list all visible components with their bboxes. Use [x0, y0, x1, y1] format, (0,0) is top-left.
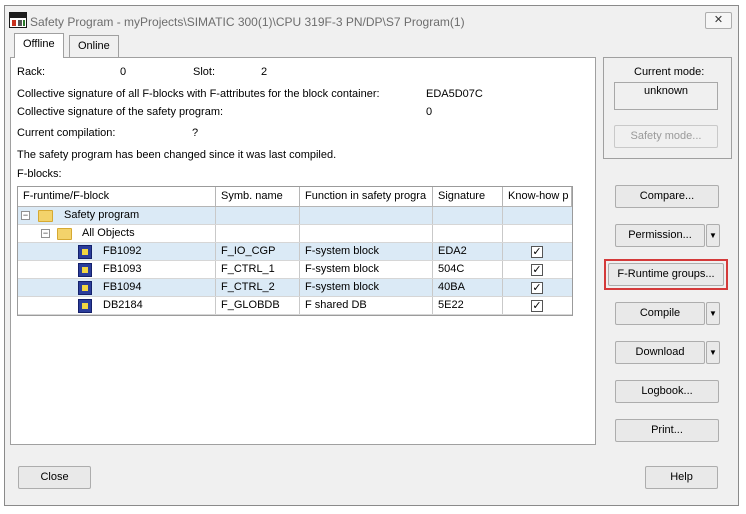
table-header: F-runtime/F-block Symb. name Function in… — [18, 187, 572, 207]
current-mode-value: unknown — [614, 82, 718, 110]
slot-label: Slot: — [193, 66, 216, 78]
rack-value: 0 — [120, 66, 127, 78]
folder-icon — [57, 228, 72, 240]
window-title: Safety Program - myProjects\SIMATIC 300(… — [30, 15, 465, 29]
signature-cell: 504C — [433, 261, 503, 278]
f-block-icon — [78, 281, 92, 295]
current-compilation-value: ? — [192, 127, 199, 139]
function-cell: F-system block — [300, 243, 433, 260]
block-name: FB1093 — [103, 263, 142, 275]
current-compilation-label: Current compilation: — [17, 127, 116, 139]
f-block-icon — [78, 263, 92, 277]
table-row[interactable]: DB2184 F_GLOBDB F shared DB 5E22 ✓ — [18, 297, 572, 315]
function-cell: F-system block — [300, 279, 433, 296]
compile-dropdown-icon[interactable]: ▼ — [706, 302, 720, 325]
block-name: FB1094 — [103, 281, 142, 293]
tree-row-safety-program[interactable]: − Safety program — [18, 207, 572, 225]
collapse-icon[interactable]: − — [21, 211, 30, 220]
signature-cell: 40BA — [433, 279, 503, 296]
title-bar: Safety Program - myProjects\SIMATIC 300(… — [5, 6, 738, 33]
download-button[interactable]: Download — [615, 341, 705, 364]
symbol-name: F_CTRL_2 — [216, 279, 300, 296]
know-how-checkbox[interactable]: ✓ — [531, 300, 543, 312]
tree-row-all-objects[interactable]: − All Objects — [18, 225, 572, 243]
know-how-checkbox[interactable]: ✓ — [531, 246, 543, 258]
column-header-function[interactable]: Function in safety progra — [300, 187, 433, 206]
tab-online[interactable]: Online — [69, 35, 119, 57]
close-button[interactable]: Close — [18, 466, 91, 489]
download-dropdown-icon[interactable]: ▼ — [706, 341, 720, 364]
block-name: FB1092 — [103, 245, 142, 257]
print-button[interactable]: Print... — [615, 419, 719, 442]
window-close-button[interactable]: ✕ — [705, 12, 732, 29]
know-how-checkbox[interactable]: ✓ — [531, 264, 543, 276]
f-block-icon — [78, 245, 92, 259]
function-cell: F-system block — [300, 261, 433, 278]
folder-icon — [38, 210, 53, 222]
know-how-checkbox[interactable]: ✓ — [531, 282, 543, 294]
slot-value: 2 — [261, 66, 268, 78]
fblocks-label: F-blocks: — [17, 168, 62, 180]
current-mode-label: Current mode: — [634, 66, 705, 78]
tree-label: All Objects — [82, 227, 135, 239]
logbook-button[interactable]: Logbook... — [615, 380, 719, 403]
compare-button[interactable]: Compare... — [615, 185, 719, 208]
permission-dropdown-icon[interactable]: ▼ — [706, 224, 720, 247]
tab-offline[interactable]: Offline — [14, 33, 64, 58]
help-button[interactable]: Help — [645, 466, 718, 489]
collective-fblocks-label: Collective signature of all F-blocks wit… — [17, 88, 380, 100]
fblocks-table: F-runtime/F-block Symb. name Function in… — [17, 186, 573, 316]
function-cell: F shared DB — [300, 297, 433, 314]
f-block-icon — [78, 299, 92, 313]
block-name: DB2184 — [103, 299, 143, 311]
collective-program-value: 0 — [426, 106, 433, 118]
rack-label: Rack: — [17, 66, 46, 78]
table-row[interactable]: FB1094 F_CTRL_2 F-system block 40BA ✓ — [18, 279, 572, 297]
highlight-box — [604, 259, 728, 290]
signature-cell: EDA2 — [433, 243, 503, 260]
compile-button[interactable]: Compile — [615, 302, 705, 325]
permission-button[interactable]: Permission... — [615, 224, 705, 247]
column-header-signature[interactable]: Signature — [433, 187, 503, 206]
column-header-symbol[interactable]: Symb. name — [216, 187, 300, 206]
collective-fblocks-value: EDA5D07C — [426, 88, 483, 100]
table-row[interactable]: FB1092 F_IO_CGP F-system block EDA2 ✓ — [18, 243, 572, 261]
tree-label: Safety program — [64, 209, 140, 221]
symbol-name: F_CTRL_1 — [216, 261, 300, 278]
changed-message: The safety program has been changed sinc… — [17, 149, 337, 161]
signature-cell: 5E22 — [433, 297, 503, 314]
simatic-app-icon — [9, 12, 27, 28]
table-row[interactable]: FB1093 F_CTRL_1 F-system block 504C ✓ — [18, 261, 572, 279]
symbol-name: F_GLOBDB — [216, 297, 300, 314]
collapse-icon[interactable]: − — [41, 229, 50, 238]
column-header-know-how[interactable]: Know-how p — [503, 187, 572, 206]
column-header-block[interactable]: F-runtime/F-block — [18, 187, 216, 206]
safety-mode-button[interactable]: Safety mode... — [614, 125, 718, 148]
symbol-name: F_IO_CGP — [216, 243, 300, 260]
collective-program-label: Collective signature of the safety progr… — [17, 106, 224, 118]
